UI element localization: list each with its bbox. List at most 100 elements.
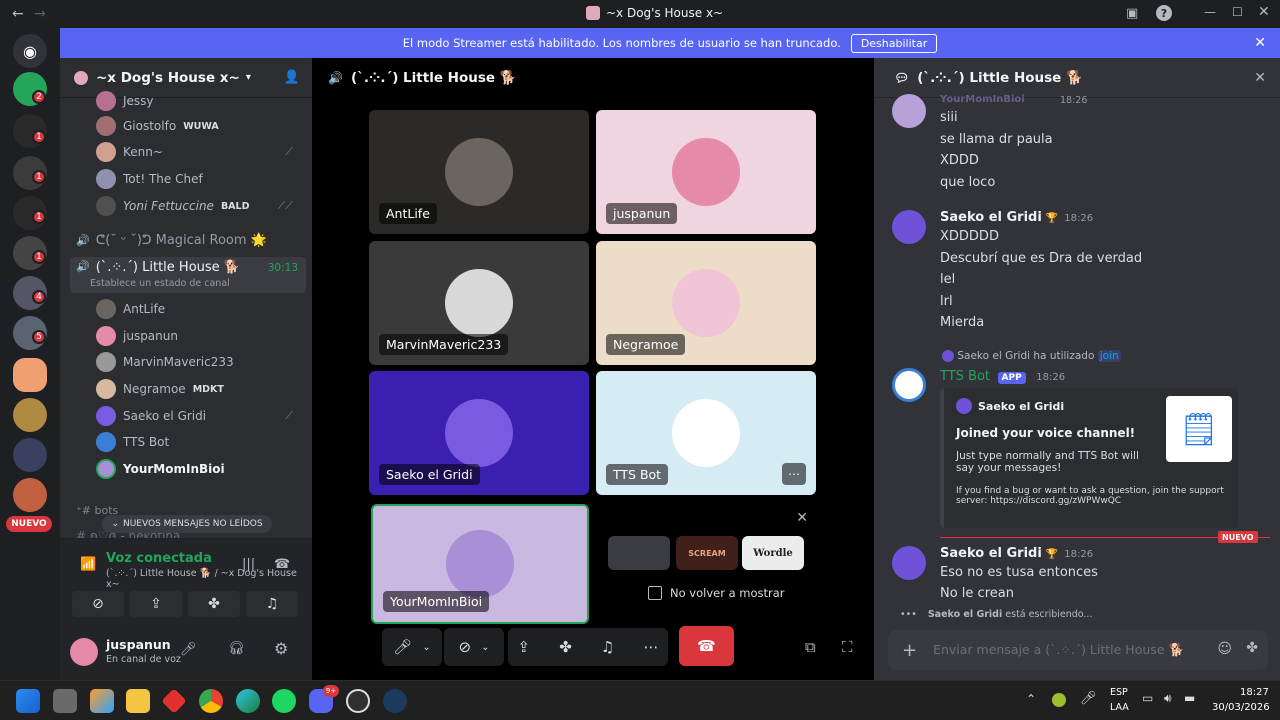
apps-icon[interactable]: ✤ [1246,640,1258,656]
activity-tile[interactable]: SCREAM [676,536,738,570]
video-tile[interactable]: AntLife [369,110,589,234]
activity-tile[interactable]: Wordle [742,536,804,570]
discord-home-icon[interactable]: ◉ [13,34,47,68]
disconnect-icon[interactable]: ☎ [274,557,290,572]
server-icon[interactable] [13,478,47,512]
close-banner-icon[interactable]: ✕ [1254,35,1266,51]
start-icon[interactable] [16,689,40,713]
avatar[interactable] [892,368,926,402]
fullscreen-icon[interactable]: ⛶ [842,638,853,656]
voice-member[interactable]: Negramoe MDKT [96,378,301,400]
popout-icon[interactable]: ⧉ [805,638,816,656]
more-icon[interactable]: ⋯ [782,463,806,485]
voice-member[interactable]: juspanun [96,325,301,347]
activities-icon[interactable]: ✤ [559,638,572,656]
new-messages-pill[interactable]: ⌄ NUEVOS MENSAJES NO LEÍDOS [102,515,272,533]
author-name[interactable]: Saeko el Gridi [940,210,1042,225]
voice-member[interactable]: Saeko el Gridi ⟋ [96,405,301,427]
avatar[interactable] [892,94,926,128]
edge-icon[interactable] [236,689,260,713]
user-name[interactable]: juspanun [106,637,171,652]
user-avatar[interactable] [70,638,98,666]
author-name[interactable]: YourMomInBioi [940,94,1025,105]
noise-suppression-icon[interactable]: ||| [242,557,255,572]
clock-date[interactable]: 30/03/2026 [1212,702,1270,713]
list-item[interactable]: Kenn~ ⟋ [96,141,301,163]
server-icon[interactable] [13,438,47,472]
add-attachment-icon[interactable]: + [902,640,917,661]
camera-control[interactable]: ⊘ ⌄ [444,628,504,666]
video-tile[interactable]: YourMomInBioi [371,504,589,624]
file-explorer-icon[interactable] [126,689,150,713]
author-name[interactable]: Saeko el Gridi [940,546,1042,561]
voice-channel-magical-room[interactable]: 🔊 ᕦ(˘ ᵕ ˘)ᕤ Magical Room 🌟 [70,228,306,252]
help-icon[interactable]: ? [1156,5,1172,21]
app-icon[interactable] [161,688,187,714]
list-item[interactable]: Giostolfo WUWA [96,115,301,137]
voice-member[interactable]: AntLife [96,298,301,320]
camera-toggle-button[interactable]: ⊘ [72,591,124,617]
forward-icon[interactable]: → [34,6,46,22]
headphones-icon[interactable]: 🎧︎ [228,641,245,656]
clock-time[interactable]: 18:27 [1240,687,1269,698]
close-chat-icon[interactable]: ✕ [1254,70,1266,86]
chrome-icon[interactable] [199,689,223,713]
video-tile[interactable]: Negramoe [596,241,816,365]
emoji-icon[interactable]: ☺ [1217,641,1232,657]
avatar[interactable] [892,210,926,244]
voice-member[interactable]: YourMomInBioi [96,458,301,480]
share-controls[interactable]: ⇪ ✤ ♫ ⋯ [508,628,668,666]
mic-control[interactable]: 🎤︎ ⌄ [382,628,442,666]
copilot-icon[interactable] [90,689,114,713]
voice-member[interactable]: MarvinMaveric233 [96,351,301,373]
microphone-icon[interactable]: 🎤︎ [1080,691,1097,706]
activities-button[interactable]: ✤ [188,591,240,617]
spotify-icon[interactable] [272,689,296,713]
inbox-icon[interactable]: ▣ [1126,6,1138,21]
checkbox[interactable] [648,586,662,600]
command-name[interactable]: join [1097,350,1121,362]
video-tile[interactable]: juspanun [596,110,816,234]
steam-icon[interactable] [383,689,407,713]
keyboard-layout[interactable]: LAA [1110,702,1129,713]
close-icon[interactable]: ✕ [1258,4,1270,20]
voice-member[interactable]: TTS Bot [96,431,301,453]
avatar[interactable] [892,546,926,580]
screen-share-icon[interactable]: ⇪ [518,638,531,656]
language-code[interactable]: ESP [1110,687,1128,698]
chevron-up-icon[interactable]: ⌃ [1026,692,1036,706]
voice-channel-little-house[interactable]: 🔊 (`.⁘.´) Little House 🐕 30:13 Establece… [70,257,306,293]
server-icon[interactable] [13,398,47,432]
maximize-icon[interactable]: ☐ [1232,5,1243,19]
list-item[interactable]: Jessy [96,90,301,112]
volume-icon[interactable]: 🔊︎ [1164,691,1172,706]
task-view-icon[interactable] [53,689,77,713]
message-input[interactable]: + Enviar mensaje a (`.⁘.´) Little House … [888,630,1268,670]
activity-tile[interactable] [608,536,670,570]
list-item[interactable]: Tot! The Chef [96,168,301,190]
microphone-icon[interactable]: 🎤︎ [180,642,197,657]
message-input-placeholder[interactable]: Enviar mensaje a (`.⁘.´) Little House 🐕 [933,642,1184,658]
soundboard-button[interactable]: ♫ [246,591,298,617]
display-icon[interactable]: ▭ [1142,691,1153,705]
server-icon-active[interactable] [13,358,47,392]
more-icon[interactable]: ⋯ [643,638,658,656]
add-member-icon[interactable]: 👤 [284,70,300,85]
close-popup-icon[interactable]: ✕ [796,510,808,526]
settings-icon[interactable]: ⚙ [274,639,288,658]
video-tile[interactable]: MarvinMaveric233 [369,241,589,365]
list-item[interactable]: Yoni Fettuccine BALD ⟋⟋ [96,195,301,217]
minimize-icon[interactable]: — [1204,5,1216,19]
author-name[interactable]: TTS Bot [940,369,990,384]
video-tile[interactable]: TTS Bot ⋯ [596,371,816,495]
video-tile[interactable]: Saeko el Gridi [369,371,589,495]
battery-icon[interactable]: ▬ [1184,691,1195,705]
soundboard-icon[interactable]: ♫ [601,638,614,656]
channel-status[interactable]: Establece un estado de canal [90,278,230,289]
screen-share-button[interactable]: ⇪ [130,591,182,617]
nuevo-pill[interactable]: NUEVO [6,516,52,532]
back-icon[interactable]: ← [12,6,24,22]
voice-connected-title[interactable]: Voz conectada [106,551,212,566]
tray-app-icon[interactable] [1052,693,1066,707]
obs-icon[interactable] [346,689,370,713]
